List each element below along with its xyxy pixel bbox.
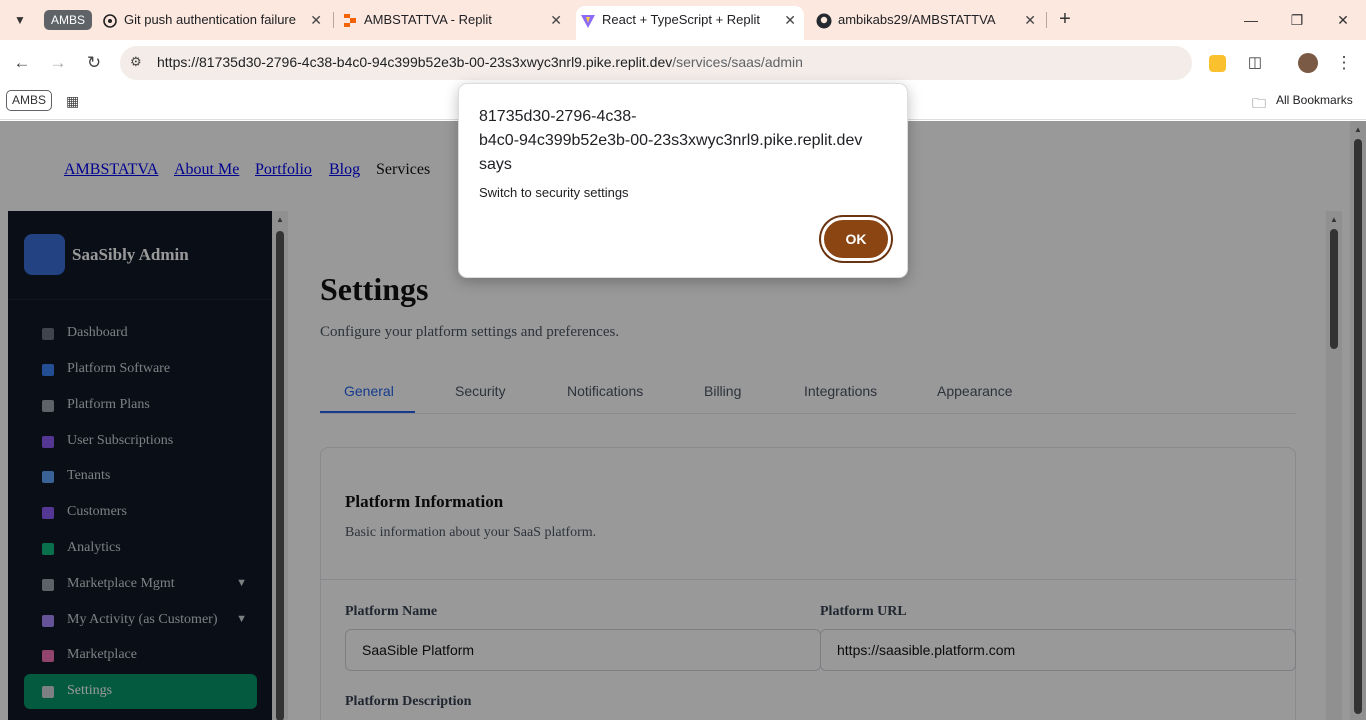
apps-grid-icon[interactable]: ▦ <box>66 93 79 110</box>
browser-tab-active[interactable]: React + TypeScript + Replit ✕ <box>576 6 804 40</box>
browser-tab-strip: ▼ AMBS Git push authentication failure ✕… <box>0 0 1366 40</box>
dialog-origin-line: 81735d30-2796-4c38- <box>479 108 637 125</box>
dialog-origin-line: says <box>479 156 512 173</box>
dialog-message: Switch to security settings <box>479 185 629 200</box>
github-icon <box>816 13 832 29</box>
new-tab-icon[interactable]: + <box>1054 8 1076 30</box>
tab-separator <box>333 12 334 28</box>
tab-search-chevron-icon[interactable]: ▼ <box>8 8 32 32</box>
browser-tab-title: React + TypeScript + Replit <box>602 12 761 27</box>
browser-tab-title: ambikabs29/AMBSTATTVA <box>838 12 996 27</box>
browser-tab[interactable]: AMBSTATTVA - Replit ✕ <box>338 6 570 36</box>
extension-icon[interactable] <box>1209 55 1226 72</box>
all-bookmarks-label[interactable]: All Bookmarks <box>1276 93 1353 107</box>
close-tab-icon[interactable]: ✕ <box>784 6 796 34</box>
browser-tab[interactable]: ambikabs29/AMBSTATTVA ✕ <box>812 6 1044 36</box>
bookmark-folder-chip[interactable]: AMBS <box>6 90 53 111</box>
close-tab-icon[interactable]: ✕ <box>310 6 322 34</box>
url-host: https://81735d30-2796-4c38-b4c0-94c399b5… <box>157 54 673 70</box>
replit-icon <box>344 14 356 27</box>
url-text: https://81735d30-2796-4c38-b4c0-94c399b5… <box>157 54 803 70</box>
browser-tab-title: AMBSTATTVA - Replit <box>364 12 492 27</box>
profile-avatar[interactable] <box>1298 53 1318 73</box>
minimize-icon[interactable]: — <box>1236 8 1266 32</box>
extensions-puzzle-icon[interactable]: ◫ <box>1243 51 1267 75</box>
close-tab-icon[interactable]: ✕ <box>550 6 562 34</box>
site-info-icon[interactable]: ⚙ <box>130 54 142 70</box>
restore-icon[interactable]: ❐ <box>1282 8 1312 32</box>
tab-group-chip[interactable]: AMBS <box>44 10 93 30</box>
dialog-origin: 81735d30-2796-4c38- b4c0-94c399b52e3b-00… <box>479 105 889 177</box>
browser-tab-title: Git push authentication failure <box>124 12 296 27</box>
back-icon[interactable]: ← <box>10 51 34 75</box>
menu-kebab-icon[interactable]: ⋮ <box>1332 51 1356 75</box>
forward-icon[interactable]: → <box>46 51 70 75</box>
reload-icon[interactable]: ↻ <box>82 51 106 75</box>
url-path: /services/saas/admin <box>672 54 803 70</box>
folder-icon: 🗀 <box>1252 95 1266 111</box>
address-bar[interactable]: ⚙ https://81735d30-2796-4c38-b4c0-94c399… <box>120 46 1192 80</box>
vite-icon <box>581 15 595 28</box>
close-window-icon[interactable]: ✕ <box>1328 8 1358 32</box>
tab-separator <box>1046 12 1047 28</box>
browser-tab[interactable]: Git push authentication failure ✕ <box>98 6 330 36</box>
ok-button[interactable]: OK <box>821 217 891 261</box>
alert-dialog: 81735d30-2796-4c38- b4c0-94c399b52e3b-00… <box>458 83 908 278</box>
dialog-origin-line: b4c0-94c399b52e3b-00-23s3xwyc3nrl9.pike.… <box>479 132 863 149</box>
close-tab-icon[interactable]: ✕ <box>1024 6 1036 34</box>
openai-icon <box>103 14 117 28</box>
